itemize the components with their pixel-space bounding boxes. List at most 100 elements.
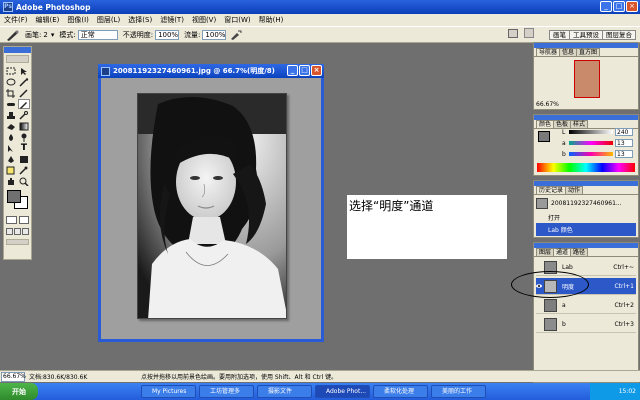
healing-brush-icon[interactable] [5,99,17,109]
menu-layer[interactable]: 图层(L) [97,15,120,25]
tab-channels[interactable]: 通道 [553,248,572,256]
tab-actions[interactable]: 动作 [565,186,584,194]
history-brush-icon[interactable] [18,110,30,120]
print-icon[interactable] [508,29,518,38]
foreground-color-swatch[interactable] [7,190,21,203]
standard-mode-button[interactable] [6,216,17,224]
fullscreen-button[interactable] [22,228,29,235]
flow-input[interactable]: 100% [202,29,227,40]
toolbox-header[interactable] [4,47,31,53]
color-panel-foreground-swatch[interactable] [538,131,550,142]
tab-layers[interactable]: 图层 [536,248,555,256]
slice-tool-icon[interactable] [18,88,30,98]
menu-image[interactable]: 图像(I) [67,15,89,25]
color-ramp[interactable] [537,163,635,172]
channel-row-a[interactable]: a Ctrl+2 [536,297,636,314]
b-slider[interactable] [569,152,613,156]
tab-color[interactable]: 颜色 [536,120,555,128]
a-slider[interactable] [569,141,613,145]
magic-wand-icon[interactable] [18,77,30,87]
visibility-icon[interactable] [536,264,542,270]
menu-file[interactable]: 文件(F) [4,15,28,25]
shape-tool-icon[interactable] [18,154,30,164]
a-value-input[interactable]: 13 [615,139,633,147]
taskbar-item-photoshop[interactable]: Adobe Phot... [315,385,370,398]
menu-help[interactable]: 帮助(H) [259,15,284,25]
navigator-thumbnail[interactable] [574,60,600,98]
history-snapshot[interactable]: 20081192327460961... [536,197,636,210]
document-close-button[interactable]: × [311,65,322,76]
blur-tool-icon[interactable] [5,132,17,142]
tab-histogram[interactable]: 直方图 [576,48,601,56]
navigator-zoom[interactable]: 66.67% [536,101,559,108]
canvas-photo[interactable] [137,93,287,319]
maximize-button[interactable]: □ [613,1,625,12]
tab-history[interactable]: 历史记录 [536,186,567,194]
close-button[interactable]: × [626,1,638,12]
lasso-tool-icon[interactable] [5,77,17,87]
zoom-tool-icon[interactable] [18,176,30,186]
notes-tool-icon[interactable] [5,165,17,175]
taskbar-item[interactable]: 柔软化处理 [373,385,428,398]
eraser-icon[interactable] [5,121,17,131]
taskbar-item[interactable]: 摄影文件 [257,385,312,398]
feather-logo-icon[interactable] [6,55,29,63]
clock[interactable]: 15:02 [619,388,636,395]
marquee-tool-icon[interactable] [5,66,17,76]
menu-window[interactable]: 窗口(W) [224,15,250,25]
crop-tool-icon[interactable] [5,88,17,98]
brush-tool-icon[interactable] [18,99,30,109]
l-value-input[interactable]: 240 [615,128,633,136]
tab-info[interactable]: 信息 [559,48,578,56]
fullscreen-menu-button[interactable] [14,228,21,235]
taskbar-item[interactable]: 美丽的工作 [431,385,486,398]
menu-select[interactable]: 选择(S) [128,15,152,25]
b-value-input[interactable]: 13 [615,150,633,158]
status-zoom-input[interactable]: 66.67% [1,371,26,382]
eyedropper-icon[interactable] [18,165,30,175]
minimize-button[interactable]: _ [600,1,612,12]
opacity-input[interactable]: 100% [155,29,180,40]
tab-navigator[interactable]: 导航器 [536,48,561,56]
quickmask-mode-button[interactable] [18,216,29,224]
airbrush-icon[interactable] [230,30,242,40]
brush-size[interactable]: 2 [43,31,47,39]
gradient-tool-icon[interactable] [18,121,30,131]
document-minimize-button[interactable]: _ [287,65,298,76]
menu-view[interactable]: 视图(V) [192,15,216,25]
tab-styles[interactable]: 样式 [570,120,589,128]
document-title-bar[interactable]: 20081192327460961.jpg @ 66.7%(明度/8) _ □ … [98,64,324,78]
well-tab-layer-comps[interactable]: 图层复合 [602,30,636,40]
brush-tool-icon[interactable] [6,29,20,41]
path-select-icon[interactable] [5,143,17,153]
well-tab-brushes[interactable]: 画笔 [549,30,570,40]
hand-tool-icon[interactable] [5,176,17,186]
history-item-lab-color[interactable]: Lab 颜色 [536,223,636,236]
taskbar-item[interactable]: 工坊管理多 [199,385,254,398]
tab-paths[interactable]: 路径 [570,248,589,256]
menu-filter[interactable]: 滤镜(T) [160,15,184,25]
flow-label: 流量: [184,30,201,39]
pen-tool-icon[interactable] [5,154,17,164]
document-maximize-button[interactable]: □ [299,65,310,76]
mode-select[interactable]: 正常 [77,29,118,40]
channel-row-b[interactable]: b Ctrl+3 [536,316,636,333]
menu-edit[interactable]: 编辑(E) [36,15,60,25]
visibility-icon[interactable] [536,302,542,308]
l-slider[interactable] [569,130,613,134]
channel-b-label: b [562,150,566,158]
visibility-icon[interactable] [536,321,542,327]
type-tool-icon[interactable]: T [18,143,30,153]
clone-stamp-icon[interactable] [5,110,17,120]
tab-swatches[interactable]: 色板 [553,120,572,128]
status-doc-size[interactable]: 文档:830.6K/830.6K [29,372,87,381]
palette-well-icon[interactable] [524,28,534,38]
taskbar-item[interactable]: My Pictures [141,385,196,398]
dodge-tool-icon[interactable] [18,132,30,142]
start-button[interactable]: 开始 [0,383,38,400]
jump-to-imageready-icon[interactable] [6,239,29,245]
move-tool-icon[interactable] [18,66,30,76]
chevron-down-icon[interactable]: ▾ [51,31,55,39]
well-tab-tool-presets[interactable]: 工具预设 [569,30,603,40]
standard-screen-button[interactable] [6,228,13,235]
